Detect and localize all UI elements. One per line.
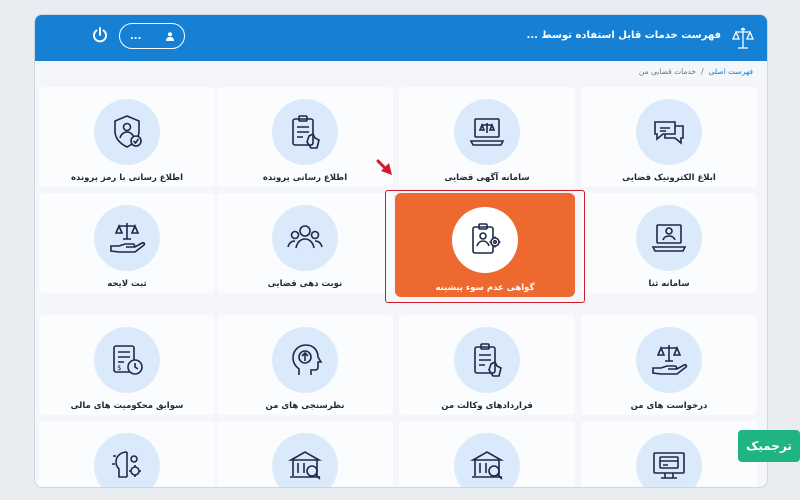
user-icon: [166, 31, 174, 41]
breadcrumb: فهرست اصلی / خدمات قضایی من: [639, 67, 753, 76]
top-bar: فهرست خدمات قابل استفاده توسط ... ...: [35, 15, 767, 61]
service-card-attorney-contracts[interactable]: قراردادهای وکالت من: [399, 315, 575, 415]
svg-text:$: $: [117, 364, 121, 372]
service-card-file-brief[interactable]: ثبت لایحه: [39, 193, 215, 293]
service-label: قراردادهای وکالت من: [441, 401, 533, 411]
service-card-my-surveys[interactable]: نظرسنجی های من: [217, 315, 393, 415]
chat-bubbles-icon: [654, 121, 684, 145]
service-card-case-notice[interactable]: اطلاع رسانی پرونده: [217, 87, 393, 187]
breadcrumb-current: خدمات قضایی من: [638, 67, 697, 76]
service-label: سامانه ثنا: [648, 279, 690, 289]
user-name: ...: [130, 30, 142, 42]
page-title: فهرست خدمات قابل استفاده توسط ...: [526, 30, 721, 41]
service-label: سوابق محکومیت های مالی: [70, 401, 184, 411]
service-card-appointment[interactable]: نوبت دهی قضایی: [217, 193, 393, 293]
service-label: نوبت دهی قضایی: [267, 279, 343, 289]
head-arrow-icon: [292, 344, 323, 375]
service-label: نظرسنجی های من: [265, 401, 345, 411]
service-card-smart-services[interactable]: [39, 421, 215, 487]
power-icon[interactable]: [91, 26, 109, 44]
hand-scales-icon: [652, 345, 688, 375]
service-card-judicial-ads[interactable]: سامانه آگهی قضایی: [399, 87, 575, 187]
scales-emblem-icon: [732, 27, 754, 49]
hand-scales-icon: [110, 223, 146, 253]
clipboard-hand-icon: [474, 343, 502, 377]
service-card-online-payment[interactable]: [581, 421, 757, 487]
service-label: درخواست های من: [630, 401, 708, 411]
tarjomic-badge: ترجمیک: [738, 430, 800, 462]
shield-user-icon: [114, 115, 142, 148]
service-card-financial-convictions[interactable]: $ سوابق محکومیت های مالی: [39, 315, 215, 415]
service-card-building-search-2[interactable]: [217, 421, 393, 487]
monitor-card-icon: [653, 452, 685, 479]
laptop-user-icon: [651, 224, 687, 252]
service-card-sana[interactable]: سامانه ثنا: [581, 193, 757, 293]
service-card-e-notice[interactable]: ابلاغ الکترونیک قضایی: [581, 87, 757, 187]
brain-gears-icon: [112, 451, 141, 478]
building-search-icon: [287, 451, 323, 480]
service-card-case-password[interactable]: اطلاع رسانی با رمز پرونده: [39, 87, 215, 187]
laptop-scales-icon: [469, 118, 505, 146]
people-group-icon: [287, 225, 323, 249]
pointer-arrow-icon: [376, 159, 392, 175]
service-label: ثبت لایحه: [107, 279, 147, 289]
service-label: اطلاع رسانی با رمز پرونده: [71, 173, 183, 183]
building-search-icon: [469, 451, 505, 480]
service-label: ابلاغ الکترونیک قضایی: [622, 173, 716, 183]
service-label: سامانه آگهی قضایی: [444, 173, 530, 183]
service-card-my-requests[interactable]: درخواست های من: [581, 315, 757, 415]
user-menu-button[interactable]: ...: [119, 23, 185, 49]
breadcrumb-home-link[interactable]: فهرست اصلی: [709, 67, 753, 76]
document-clock-icon: $: [113, 345, 143, 375]
clipboard-hand-icon: [292, 115, 320, 149]
service-label: اطلاع رسانی پرونده: [262, 173, 348, 183]
highlight-box: [385, 190, 585, 303]
service-card-building-search-1[interactable]: [399, 421, 575, 487]
breadcrumb-separator: /: [701, 67, 704, 76]
